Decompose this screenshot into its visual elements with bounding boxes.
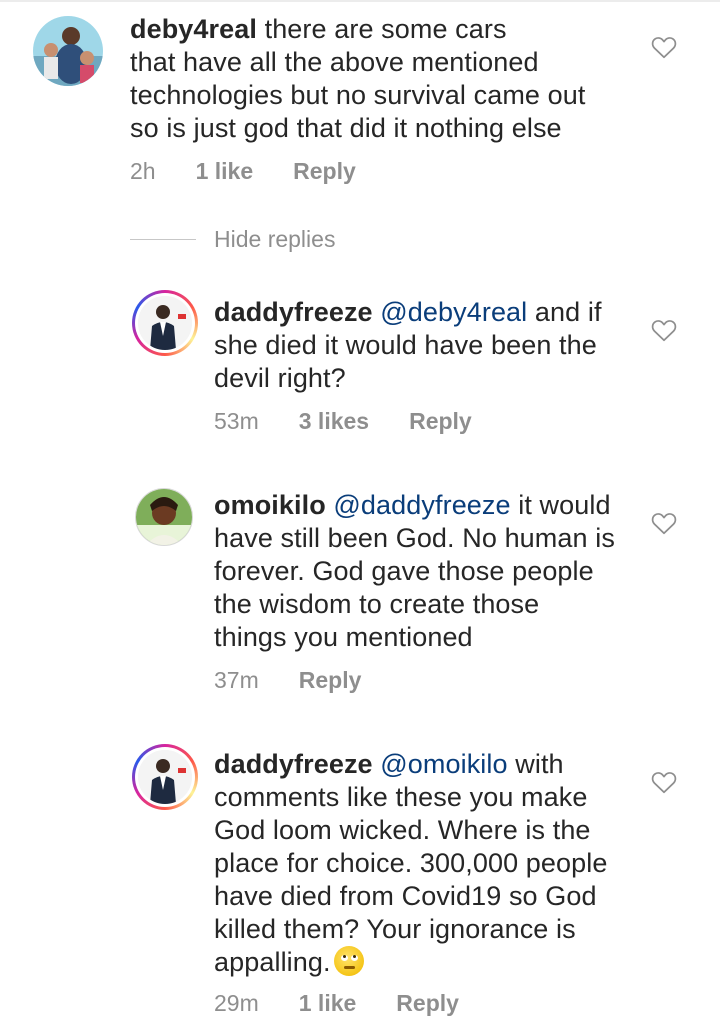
comment-line: comments like these you make — [214, 782, 588, 812]
comment-text: deby4real there are some cars that have … — [130, 13, 650, 145]
comment-line: and if — [534, 297, 602, 327]
comment-meta: 37m Reply — [214, 667, 401, 694]
comment-line: killed them? Your ignorance is — [214, 914, 576, 944]
comment-line: that have all the above mentioned — [130, 47, 539, 77]
avatar[interactable] — [132, 744, 198, 810]
reply-button[interactable]: Reply — [396, 990, 459, 1017]
comment-meta: 2h 1 like Reply — [130, 158, 396, 185]
comment-line: technologies but no survival came out — [130, 80, 586, 110]
comment-line: things you mentioned — [214, 622, 473, 652]
comment-meta: 53m 3 likes Reply — [214, 408, 512, 435]
heart-outline-icon[interactable] — [651, 770, 677, 794]
comment-line: forever. God gave those people — [214, 556, 594, 586]
reply-button[interactable]: Reply — [293, 158, 356, 185]
comment-meta: 29m 1 like Reply — [214, 990, 499, 1017]
avatar-inner — [135, 747, 195, 807]
heart-outline-icon[interactable] — [651, 318, 677, 342]
like-count[interactable]: 3 likes — [299, 408, 369, 435]
username[interactable]: daddyfreeze — [214, 749, 373, 779]
avatar[interactable] — [132, 290, 198, 356]
avatar-photo-icon — [33, 16, 103, 86]
mention-link[interactable]: @deby4real — [380, 297, 527, 327]
comment-line: the wisdom to create those — [214, 589, 540, 619]
comment-line: have still been God. No human is — [214, 523, 615, 553]
heart-outline-icon[interactable] — [651, 35, 677, 59]
username[interactable]: daddyfreeze — [214, 297, 373, 327]
reply-button[interactable]: Reply — [409, 408, 472, 435]
comment-text: daddyfreeze @omoikilo with comments like… — [214, 748, 644, 979]
comment-line: there are some cars — [264, 14, 507, 44]
avatar-photo — [138, 750, 192, 804]
comment-text: omoikilo @daddyfreeze it would have stil… — [214, 489, 644, 654]
face-with-rolling-eyes-emoji — [333, 946, 364, 976]
timestamp: 37m — [214, 667, 259, 693]
avatar[interactable] — [135, 488, 193, 546]
comment-line: appalling. — [214, 947, 331, 977]
heart-outline-icon[interactable] — [651, 511, 677, 535]
comment-text: daddyfreeze @deby4real and if she died i… — [214, 296, 634, 395]
avatar-photo-icon — [138, 750, 192, 804]
username[interactable]: deby4real — [130, 14, 257, 44]
comment-line: place for choice. 300,000 people — [214, 848, 608, 878]
mention-link[interactable]: @daddyfreeze — [333, 490, 510, 520]
hide-replies-button[interactable]: Hide replies — [130, 226, 335, 253]
like-count[interactable]: 1 like — [196, 158, 254, 185]
timestamp: 29m — [214, 990, 259, 1016]
comment-line: God loom wicked. Where is the — [214, 815, 591, 845]
divider-line — [130, 239, 196, 240]
avatar-photo — [138, 296, 192, 350]
avatar[interactable] — [33, 16, 103, 86]
like-count[interactable]: 1 like — [299, 990, 357, 1017]
comment-line: she died it would have been the — [214, 330, 597, 360]
avatar-photo-icon — [138, 296, 192, 350]
reply-button[interactable]: Reply — [299, 667, 362, 694]
timestamp: 2h — [130, 158, 156, 184]
hide-replies-label: Hide replies — [214, 226, 336, 252]
top-divider — [0, 0, 720, 2]
comment-line: devil right? — [214, 363, 346, 393]
avatar-inner — [135, 293, 195, 353]
username[interactable]: omoikilo — [214, 490, 326, 520]
mention-link[interactable]: @omoikilo — [380, 749, 507, 779]
comment-line: with — [515, 749, 564, 779]
comment-line: have died from Covid19 so God — [214, 881, 597, 911]
comment-line: so is just god that did it nothing else — [130, 113, 562, 143]
comment-line: it would — [518, 490, 611, 520]
timestamp: 53m — [214, 408, 259, 434]
avatar-photo-icon — [136, 489, 192, 545]
